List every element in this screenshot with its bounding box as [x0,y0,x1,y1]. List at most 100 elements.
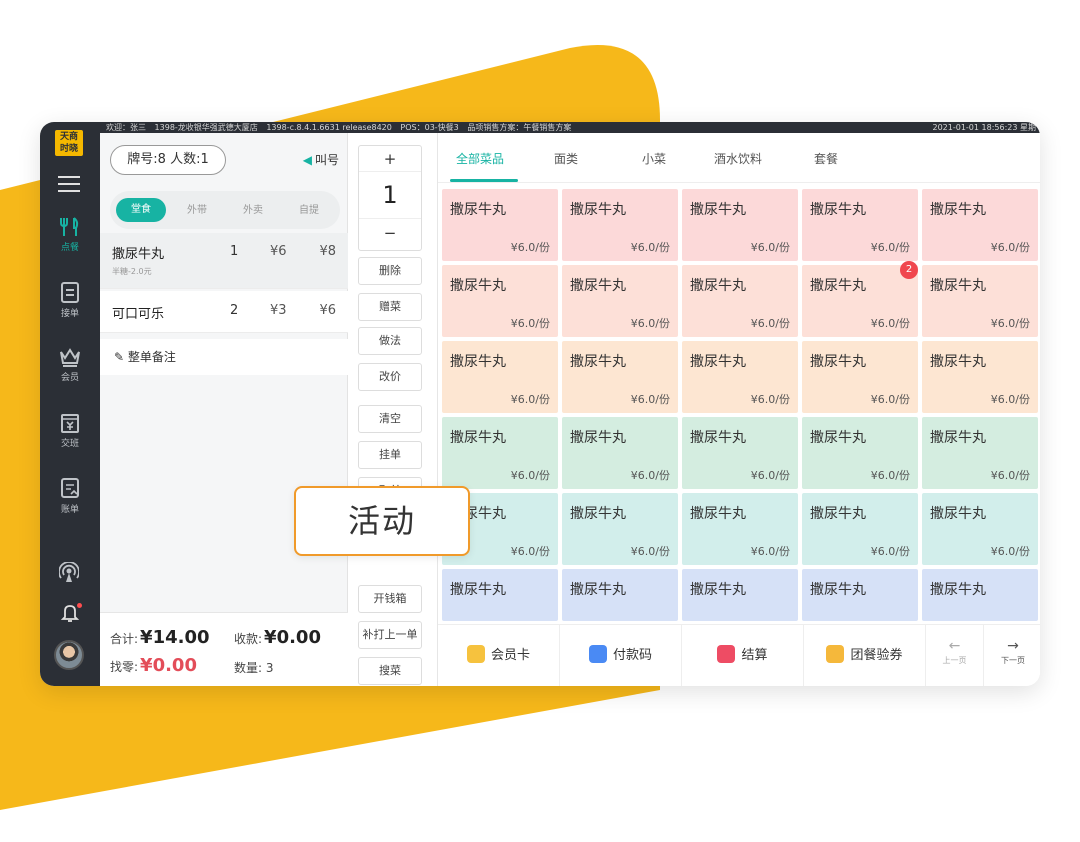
hold-order-button[interactable]: 挂单 [358,441,422,469]
dish-name: 撒尿牛丸 [930,506,986,522]
dish-card[interactable]: 撒尿牛丸 ¥6.0/份 [562,493,678,565]
sidebar-item-bills[interactable]: 账单 [40,476,100,515]
dish-name: 撒尿牛丸 [810,430,866,446]
dish-card[interactable]: 撒尿牛丸 ¥6.0/份 [442,341,558,413]
sidebar-item-label: 点餐 [60,243,79,253]
change-price-button[interactable]: 改价 [358,363,422,391]
order-line[interactable]: 可口可乐 2 ¥3 ¥6 [100,291,348,333]
quantity-plus-button[interactable]: + [359,146,421,172]
payment-code-button[interactable]: 付款码 [560,625,682,686]
stage: 欢迎：张三 1398-龙收银华强武德大厦店 1398-c.8.4.1.6631 … [0,0,1080,842]
dish-card[interactable]: 撒尿牛丸 ¥6.0/份 2 [802,261,918,337]
call-number-button[interactable]: ◀︎ 叫号 [303,151,339,168]
dish-card[interactable]: 撒尿牛丸 ¥6.0/份 [922,493,1038,565]
dish-card[interactable]: 撒尿牛丸 [922,569,1038,621]
dish-card[interactable]: 撒尿牛丸 ¥6.0/份 [682,265,798,337]
dish-card[interactable]: 撒尿牛丸 ¥6.0/份 [562,265,678,337]
group-coupon-button[interactable]: 团餐验券 [804,625,926,686]
dish-card[interactable]: 撒尿牛丸 ¥6.0/份 [442,265,558,337]
dish-name: 撒尿牛丸 [570,430,626,446]
tab-dine-in[interactable]: 堂食 [116,198,166,222]
dish-name: 撒尿牛丸 [450,354,506,370]
quantity-minus-button[interactable]: − [359,218,421,250]
table-info-pill[interactable]: 牌号:8 人数:1 [110,145,226,175]
open-cash-drawer-button[interactable]: 开钱箱 [358,585,422,613]
dish-name: 撒尿牛丸 [930,430,986,446]
gift-dish-button[interactable]: 赠菜 [358,293,422,321]
order-line[interactable]: 撒尿牛丸 半糖-2.0元 1 ¥6 ¥8 [100,233,348,289]
member-card-button[interactable]: 会员卡 [438,625,560,686]
dish-card[interactable]: 撒尿牛丸 ¥6.0/份 [562,189,678,261]
order-remark-button[interactable]: ✎ 整单备注 [100,339,348,375]
reprint-last-button[interactable]: 补打上一单 [358,621,422,649]
prev-page-button[interactable]: ← 上一页 [926,625,984,686]
wireless-icon[interactable] [59,562,79,584]
dish-price: ¥6.0/份 [990,469,1030,482]
sidebar-item-order[interactable]: 点餐 [40,216,100,253]
tab-combos[interactable]: 套餐 [814,150,838,167]
dish-card[interactable]: 撒尿牛丸 ¥6.0/份 [922,189,1038,261]
dish-card[interactable]: 撒尿牛丸 [562,569,678,621]
dish-card[interactable]: 撒尿牛丸 ¥6.0/份 [682,189,798,261]
tab-takeaway[interactable]: 外带 [172,199,222,223]
sidebar-item-shift[interactable]: 交班 [40,412,100,449]
tab-pickup[interactable]: 自提 [284,199,334,223]
dish-price: ¥6.0/份 [870,545,910,558]
dish-card[interactable]: 撒尿牛丸 ¥6.0/份 [442,417,558,489]
avatar[interactable] [54,640,84,670]
dish-name: 撒尿牛丸 [450,582,506,598]
dish-card[interactable]: 撒尿牛丸 ¥6.0/份 [802,417,918,489]
dish-card[interactable]: 撒尿牛丸 ¥6.0/份 [682,493,798,565]
dish-price: ¥6.0/份 [870,469,910,482]
member-card-icon [466,645,485,663]
clear-button[interactable]: 清空 [358,405,422,433]
tab-all-dishes[interactable]: 全部菜品 [456,150,504,167]
pencil-icon: ✎ [114,350,125,364]
sidebar-item-orders[interactable]: 接单 [40,280,100,319]
tab-noodles[interactable]: 面类 [554,150,578,167]
dish-card[interactable]: 撒尿牛丸 [682,569,798,621]
dish-name: 撒尿牛丸 [690,354,746,370]
order-item-price: ¥6 [270,244,287,259]
order-remark-label: 整单备注 [127,350,176,364]
group-coupon-label: 团餐验券 [850,648,903,663]
dish-card[interactable]: 撒尿牛丸 ¥6.0/份 [442,189,558,261]
dish-card[interactable]: 撒尿牛丸 ¥6.0/份 [802,341,918,413]
dish-card[interactable]: 撒尿牛丸 [442,569,558,621]
dish-card[interactable]: 撒尿牛丸 ¥6.0/份 [562,417,678,489]
quantity-value[interactable]: 1 [359,172,421,218]
member-card-label: 会员卡 [490,648,530,663]
category-tabs: 全部菜品 面类 小菜 酒水饮料 套餐 [438,133,1040,183]
dish-price: ¥6.0/份 [750,317,790,330]
order-item-total: ¥8 [319,244,336,259]
dish-card[interactable]: 撒尿牛丸 ¥6.0/份 [682,417,798,489]
delete-button[interactable]: 删除 [358,257,422,285]
item-count: 数量: 3 [234,661,274,675]
tab-drinks[interactable]: 酒水饮料 [714,150,762,167]
dish-card[interactable]: 撒尿牛丸 ¥6.0/份 [922,265,1038,337]
next-page-label: 下一页 [1001,656,1025,665]
next-page-button[interactable]: → 下一页 [984,625,1040,686]
dish-price: ¥6.0/份 [870,241,910,254]
dish-card[interactable]: 撒尿牛丸 ¥6.0/份 [682,341,798,413]
cash-drawer-icon [61,414,79,433]
tab-delivery[interactable]: 外卖 [228,199,278,223]
dish-price: ¥6.0/份 [990,393,1030,406]
dish-card[interactable]: 撒尿牛丸 [802,569,918,621]
dish-card[interactable]: 撒尿牛丸 ¥6.0/份 [562,341,678,413]
dish-name: 撒尿牛丸 [450,202,506,218]
dish-card[interactable]: 撒尿牛丸 ¥6.0/份 [802,493,918,565]
arrow-left-icon: ← [948,638,961,654]
tab-side-dishes[interactable]: 小菜 [642,150,666,167]
dish-card[interactable]: 撒尿牛丸 ¥6.0/份 [922,341,1038,413]
search-dish-button[interactable]: 搜菜 [358,657,422,685]
sidebar-item-label: 交班 [60,439,79,449]
sidebar-item-member[interactable]: 会员 [40,346,100,383]
hamburger-menu-icon[interactable] [58,176,80,192]
bill-icon [61,478,79,498]
call-number-label: 叫号 [314,153,339,167]
dish-card[interactable]: 撒尿牛丸 ¥6.0/份 [922,417,1038,489]
cooking-method-button[interactable]: 做法 [358,327,422,355]
dish-card[interactable]: 撒尿牛丸 ¥6.0/份 [802,189,918,261]
checkout-button[interactable]: 结算 [682,625,804,686]
